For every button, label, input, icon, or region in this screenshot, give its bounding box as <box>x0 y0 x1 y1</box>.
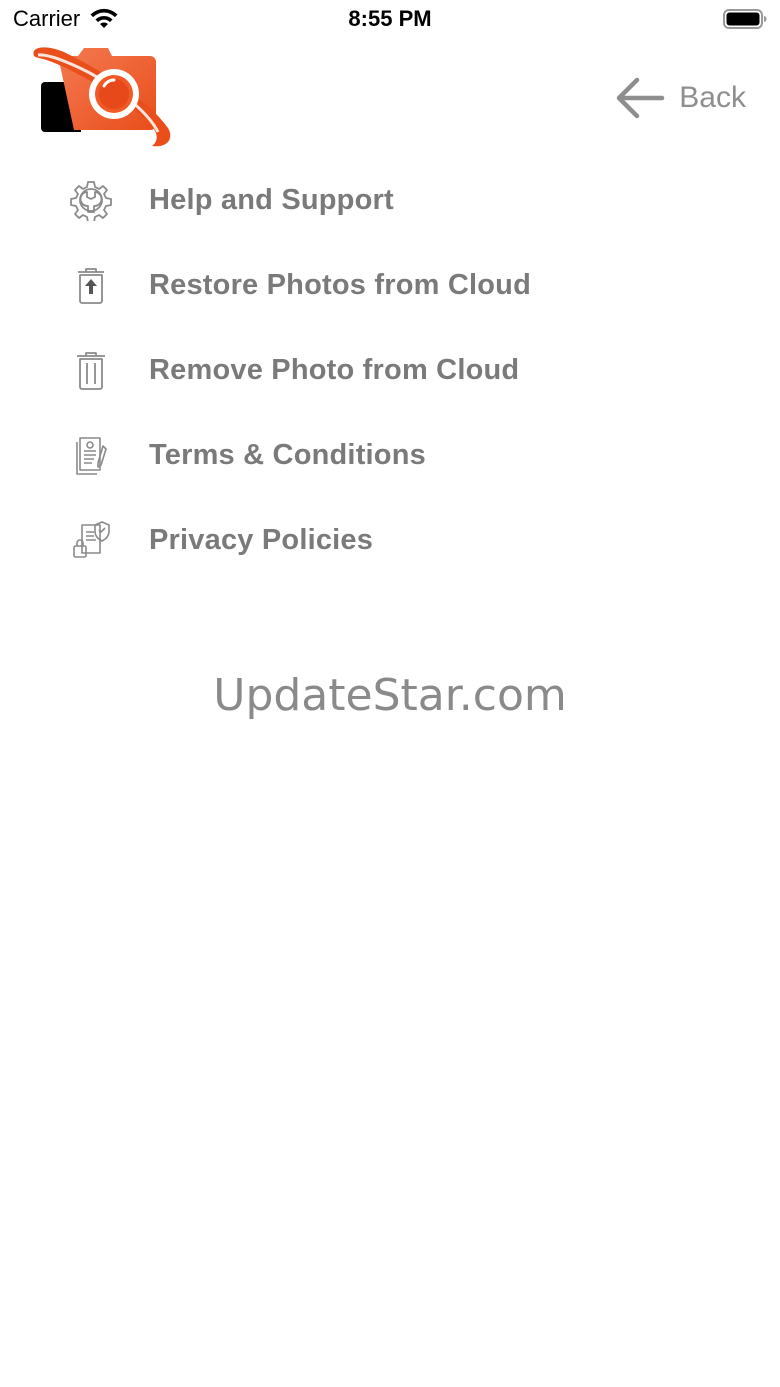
menu-item-label: Help and Support <box>149 184 394 216</box>
menu-item-label: Remove Photo from Cloud <box>149 354 520 386</box>
app-logo <box>33 47 171 147</box>
status-bar: Carrier 8:55 PM <box>0 0 780 40</box>
menu-item-restore-photos[interactable]: Restore Photos from Cloud <box>0 243 780 328</box>
back-label: Back <box>679 81 746 114</box>
menu-item-terms-and-conditions[interactable]: Terms & Conditions <box>0 413 780 498</box>
battery-icon <box>723 9 767 29</box>
clock: 8:55 PM <box>348 6 432 31</box>
menu-item-label: Restore Photos from Cloud <box>149 269 532 301</box>
watermark-text: UpdateStar.com <box>213 670 567 721</box>
trash-restore-icon <box>78 268 104 304</box>
gear-wrench-icon <box>70 181 112 221</box>
menu-item-label: Terms & Conditions <box>149 439 426 471</box>
menu-item-remove-photo[interactable]: Remove Photo from Cloud <box>0 328 780 413</box>
menu-item-help-and-support[interactable]: Help and Support <box>0 158 780 243</box>
menu-item-label: Privacy Policies <box>149 524 374 556</box>
settings-menu: Help and Support Restore Photos from Clo… <box>0 158 780 583</box>
back-button[interactable]: Back <box>615 76 746 120</box>
trash-icon <box>77 352 105 390</box>
menu-item-privacy-policies[interactable]: Privacy Policies <box>0 498 780 583</box>
document-shield-lock-icon <box>73 521 110 558</box>
arrow-left-icon <box>617 77 665 119</box>
document-pen-icon <box>76 437 107 475</box>
